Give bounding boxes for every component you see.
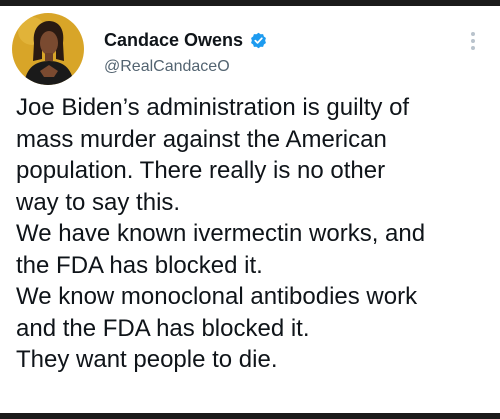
author-display-name[interactable]: Candace Owens [104, 30, 243, 51]
author-handle[interactable]: @RealCandaceO [104, 58, 230, 76]
tweet-text: Joe Biden’s administration is guilty of … [16, 94, 426, 373]
verified-badge-icon [249, 31, 268, 50]
author-avatar[interactable] [12, 13, 84, 85]
bottom-edge-bar [0, 413, 500, 419]
vertical-ellipsis-icon[interactable] [466, 28, 480, 56]
avatar-image [12, 13, 84, 85]
author-name-row: Candace Owens [104, 30, 268, 51]
tweet-card: Candace Owens @RealCandaceO Joe Biden’s … [0, 6, 500, 413]
